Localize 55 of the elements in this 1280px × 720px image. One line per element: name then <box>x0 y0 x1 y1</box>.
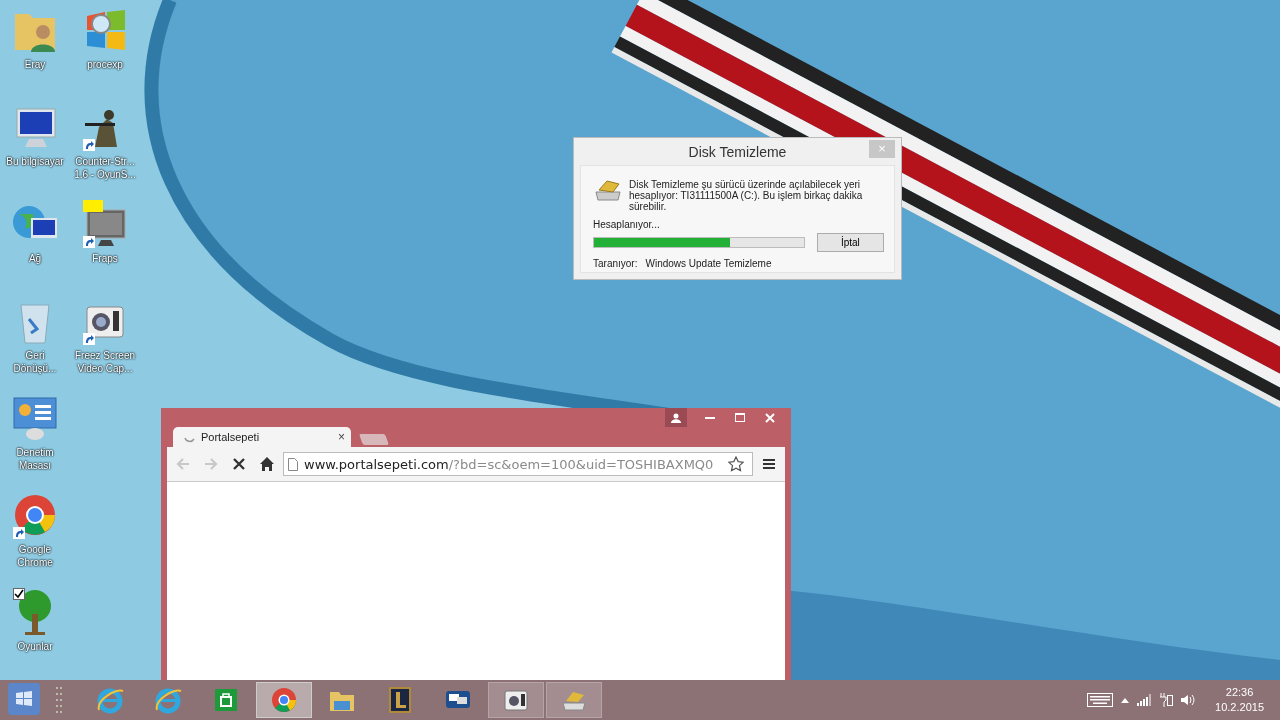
arrow-right-icon <box>203 456 219 472</box>
tab-close-button[interactable]: × <box>338 430 345 444</box>
keyboard-icon[interactable] <box>1087 693 1114 707</box>
checkbox[interactable] <box>13 588 25 600</box>
cancel-button[interactable]: İptal <box>816 233 884 252</box>
dialog-title: Disk Temizleme <box>688 143 787 160</box>
home-icon <box>259 456 275 472</box>
icon-label[interactable]: Denetim Masası <box>16 446 54 472</box>
address-bar[interactable]: www.portalsepeti.com/?bd=sc&oem=100&uid=TOSHIBAXMQ0 <box>283 452 753 476</box>
signal-icon[interactable] <box>1137 694 1152 706</box>
icon-label[interactable]: Eray <box>24 58 46 71</box>
windows-logo-icon <box>8 683 40 715</box>
date-text: 10.2.2015 <box>1215 700 1264 715</box>
start-button[interactable] <box>6 683 42 717</box>
profile-button[interactable] <box>665 408 687 427</box>
scanning-label: Taranıyor: <box>593 258 638 269</box>
star-icon <box>728 456 744 472</box>
tab-title: Portalsepeti <box>201 431 261 443</box>
gripper-icon <box>56 685 62 715</box>
taskbar-button[interactable] <box>488 682 544 718</box>
time-text: 22:36 <box>1225 685 1254 700</box>
stop-icon <box>231 456 247 472</box>
ie-icon <box>96 686 124 714</box>
dialog-message: Disk Temizleme şu sürücü üzerinde açılabilecek yeri hesaplıyor: TI31111500A (C:). Bu işlem birkaç dakika sürebilir. <box>629 179 864 212</box>
chrome-icon <box>270 686 298 714</box>
page-icon <box>288 457 298 471</box>
close-button[interactable]: × <box>869 140 895 158</box>
clock[interactable]: 22:36 10.2.2015 <box>1215 685 1264 715</box>
arrow-left-icon <box>175 456 191 472</box>
url-text: www.portalsepeti.com/?bd=sc&oem=100&uid=TOSHIBAXMQ0 <box>304 456 715 472</box>
speaker-icon[interactable] <box>1181 694 1196 706</box>
browser-tab[interactable]: Portalsepeti × <box>173 427 351 447</box>
menu-icon <box>761 456 777 472</box>
icon-label[interactable]: Freez Screen Video Cap... <box>75 349 135 375</box>
power-plug-icon[interactable] <box>1159 693 1174 707</box>
store-icon <box>212 686 240 714</box>
ie-icon <box>154 686 182 714</box>
icon-label[interactable]: Fraps <box>92 252 118 265</box>
icon-label[interactable]: procexp <box>87 58 123 71</box>
status-text: Hesaplanıyor... <box>593 219 661 230</box>
icon-label[interactable]: Oyunlar <box>17 640 53 653</box>
monitor-icon[interactable] <box>81 200 129 248</box>
icon-label[interactable]: Bu bilgisayar <box>6 155 64 168</box>
close-icon <box>765 412 775 423</box>
scanning-item: Windows Update Temizleme <box>645 258 772 269</box>
maximize-icon <box>735 412 745 423</box>
letter-l-icon <box>386 686 414 714</box>
icon-label[interactable]: Google Chrome <box>17 543 53 569</box>
control-panel-icon[interactable] <box>11 394 59 442</box>
icon-label[interactable]: Geri Dönüşü... <box>13 349 57 375</box>
chevron-up-icon[interactable] <box>1121 697 1130 703</box>
icon-label[interactable]: Counter-Str... 1.6 - OyunS... <box>74 155 136 181</box>
new-tab-button[interactable] <box>359 434 389 445</box>
icon-label[interactable]: Ağ <box>28 252 42 265</box>
person-icon <box>671 412 681 423</box>
